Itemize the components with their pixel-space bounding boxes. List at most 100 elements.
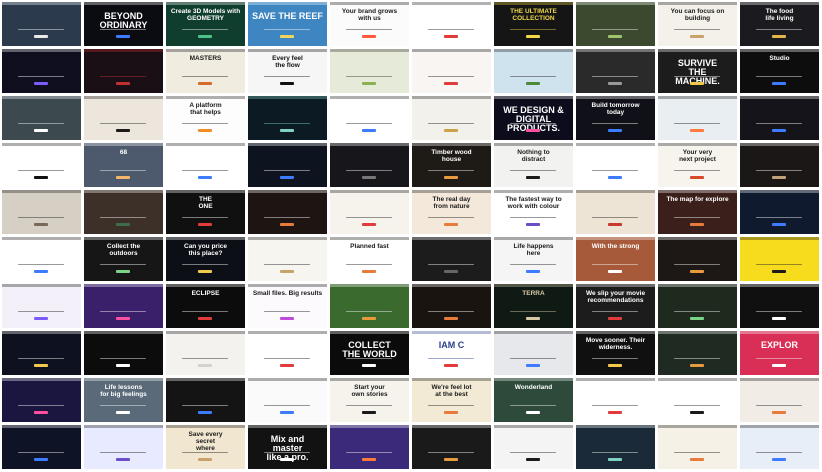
website-thumbnail[interactable] [412,96,491,140]
website-thumbnail[interactable] [248,143,327,187]
website-thumbnail[interactable]: Planned fast [330,237,409,281]
website-thumbnail[interactable] [248,378,327,422]
website-thumbnail[interactable] [740,237,819,281]
website-thumbnail[interactable]: Life lessons for big feelings [84,378,163,422]
website-thumbnail[interactable]: The food life living [740,2,819,46]
website-thumbnail[interactable] [412,425,491,469]
website-thumbnail[interactable] [2,331,81,375]
website-thumbnail[interactable] [2,190,81,234]
website-thumbnail[interactable] [330,284,409,328]
website-thumbnail[interactable] [576,49,655,93]
website-thumbnail[interactable] [248,96,327,140]
website-thumbnail[interactable] [494,331,573,375]
website-thumbnail[interactable] [740,284,819,328]
website-thumbnail[interactable] [412,237,491,281]
website-thumbnail[interactable] [2,2,81,46]
website-thumbnail[interactable]: Life happens here [494,237,573,281]
website-thumbnail[interactable] [2,425,81,469]
website-thumbnail[interactable] [740,425,819,469]
website-thumbnail[interactable]: The fastest way to work with colour [494,190,573,234]
website-thumbnail[interactable]: THE ULTIMATE COLLECTION [494,2,573,46]
website-thumbnail[interactable]: Timber wood house [412,143,491,187]
website-thumbnail[interactable] [740,96,819,140]
website-thumbnail[interactable] [658,331,737,375]
website-thumbnail[interactable]: EXPLOR [740,331,819,375]
website-thumbnail[interactable]: Save every secret where [166,425,245,469]
website-thumbnail[interactable] [2,49,81,93]
website-thumbnail[interactable]: Every feel the flow [248,49,327,93]
website-thumbnail[interactable] [2,378,81,422]
website-thumbnail[interactable] [330,49,409,93]
website-thumbnail[interactable]: IAM C [412,331,491,375]
website-thumbnail[interactable]: SURVIVE THE MACHINE. [658,49,737,93]
website-thumbnail[interactable]: A platform that helps [166,96,245,140]
website-thumbnail[interactable]: Wonderland [494,378,573,422]
website-thumbnail[interactable]: Your brand grows with us [330,2,409,46]
website-thumbnail[interactable]: Build tomorrow today [576,96,655,140]
website-thumbnail[interactable] [84,96,163,140]
website-thumbnail[interactable] [248,331,327,375]
website-thumbnail[interactable] [166,331,245,375]
website-thumbnail[interactable] [166,378,245,422]
website-thumbnail[interactable] [84,331,163,375]
website-thumbnail[interactable] [330,143,409,187]
website-thumbnail[interactable] [2,237,81,281]
website-thumbnail[interactable] [2,96,81,140]
website-thumbnail[interactable] [576,378,655,422]
website-thumbnail[interactable] [658,96,737,140]
website-thumbnail[interactable] [658,378,737,422]
website-thumbnail[interactable]: Collect the outdoors [84,237,163,281]
website-thumbnail[interactable]: BEYOND ORDINARY [84,2,163,46]
website-thumbnail[interactable]: We're feel lot at the best [412,378,491,422]
website-thumbnail[interactable] [576,190,655,234]
website-thumbnail[interactable] [412,2,491,46]
website-thumbnail[interactable]: SAVE THE REEF [248,2,327,46]
website-thumbnail[interactable] [330,96,409,140]
website-thumbnail[interactable]: THE ONE [166,190,245,234]
website-thumbnail[interactable]: Nothing to distract [494,143,573,187]
website-thumbnail[interactable]: TERRA [494,284,573,328]
website-thumbnail[interactable] [576,143,655,187]
website-thumbnail[interactable]: Small files. Big results [248,284,327,328]
website-thumbnail[interactable] [576,2,655,46]
website-thumbnail[interactable]: With the strong [576,237,655,281]
website-thumbnail[interactable]: Mix and master like a pro. [248,425,327,469]
website-thumbnail[interactable] [494,49,573,93]
website-thumbnail[interactable] [84,190,163,234]
website-thumbnail[interactable]: Your very next project [658,143,737,187]
website-thumbnail[interactable] [576,425,655,469]
website-thumbnail[interactable]: Create 3D Models with GEOMETRY [166,2,245,46]
website-thumbnail[interactable] [412,49,491,93]
website-thumbnail[interactable] [330,425,409,469]
website-thumbnail[interactable] [84,49,163,93]
website-thumbnail[interactable] [2,284,81,328]
website-thumbnail[interactable]: WE DESIGN & DIGITAL PRODUCTS. [494,96,573,140]
website-thumbnail[interactable] [658,237,737,281]
website-thumbnail[interactable] [740,190,819,234]
website-thumbnail[interactable]: ECLIPSE [166,284,245,328]
website-thumbnail[interactable]: Studio [740,49,819,93]
website-thumbnail[interactable] [248,237,327,281]
website-thumbnail[interactable] [2,143,81,187]
website-thumbnail[interactable] [740,378,819,422]
website-thumbnail[interactable]: We slip your movie recommendations [576,284,655,328]
website-thumbnail[interactable]: 68 [84,143,163,187]
website-thumbnail[interactable]: Can you price this place? [166,237,245,281]
website-thumbnail[interactable] [84,425,163,469]
website-thumbnail[interactable] [658,284,737,328]
website-thumbnail[interactable]: You can focus on building [658,2,737,46]
website-thumbnail[interactable] [658,425,737,469]
website-thumbnail[interactable] [740,143,819,187]
website-thumbnail[interactable]: The map for explore [658,190,737,234]
website-thumbnail[interactable]: Move sooner. Their widerness. [576,331,655,375]
website-thumbnail[interactable] [248,190,327,234]
website-thumbnail[interactable] [330,190,409,234]
website-thumbnail[interactable] [494,425,573,469]
website-thumbnail[interactable] [412,284,491,328]
website-thumbnail[interactable]: The real day from nature [412,190,491,234]
website-thumbnail[interactable]: MASTERS [166,49,245,93]
website-thumbnail[interactable]: Start your own stories [330,378,409,422]
website-thumbnail[interactable]: COLLECT THE WORLD [330,331,409,375]
website-thumbnail[interactable] [166,143,245,187]
website-thumbnail[interactable] [84,284,163,328]
